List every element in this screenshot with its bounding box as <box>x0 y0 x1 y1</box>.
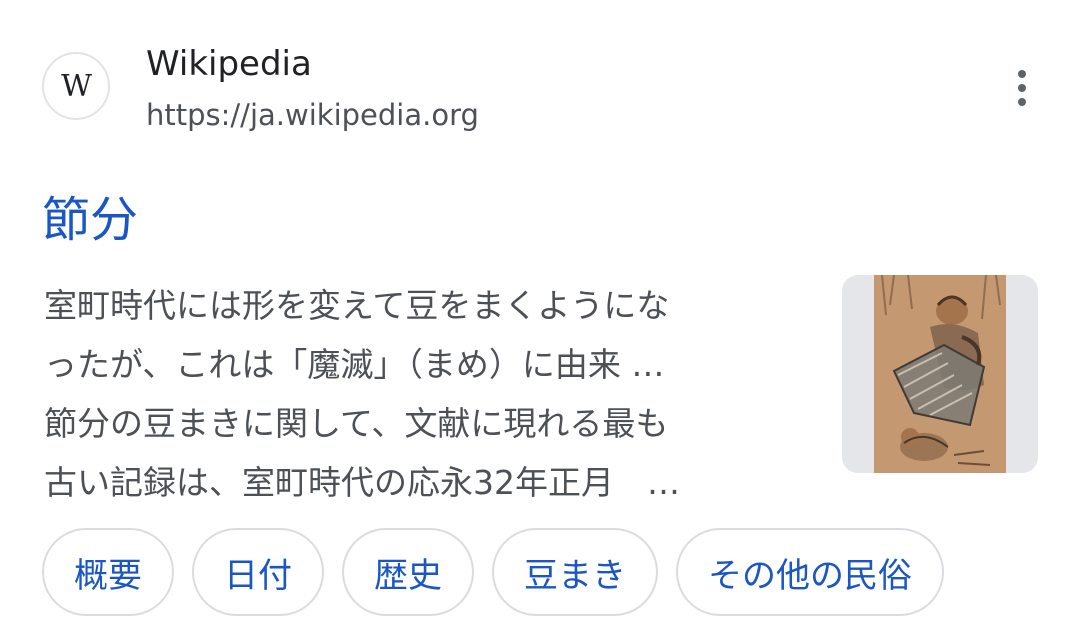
result-title-link[interactable]: 節分 <box>42 180 138 250</box>
search-result-card: W Wikipedia https://ja.wikipedia.org 節分 … <box>0 0 1080 644</box>
wikipedia-favicon-icon[interactable]: W <box>42 52 110 120</box>
chip-mamemaki[interactable]: 豆まき <box>492 528 658 616</box>
site-url[interactable]: https://ja.wikipedia.org <box>146 98 479 132</box>
result-snippet: 室町時代には形を変えて豆をまくようにな ったが、これは「魔滅」（まめ）に由来 …… <box>44 276 804 512</box>
chip-date[interactable]: 日付 <box>192 528 324 616</box>
chip-overview[interactable]: 概要 <box>42 528 174 616</box>
result-thumbnail[interactable] <box>842 275 1038 473</box>
site-name[interactable]: Wikipedia <box>146 44 312 84</box>
oni-painting-image <box>874 275 1006 473</box>
snippet-line: 室町時代には形を変えて豆をまくようにな <box>44 286 670 325</box>
favicon-letter: W <box>61 68 92 104</box>
snippet-line: 古い記録は、室町時代の応永32年正月 … <box>44 463 680 502</box>
chip-other-folklore[interactable]: その他の民俗 <box>676 528 944 616</box>
more-vert-icon[interactable] <box>998 64 1046 112</box>
snippet-line: ったが、これは「魔滅」（まめ）に由来 … <box>44 345 665 384</box>
snippet-line: 節分の豆まきに関して、文献に現れる最も <box>44 404 669 443</box>
section-chips: 概要 日付 歴史 豆まき その他の民俗 <box>42 528 944 616</box>
chip-history[interactable]: 歴史 <box>342 528 474 616</box>
